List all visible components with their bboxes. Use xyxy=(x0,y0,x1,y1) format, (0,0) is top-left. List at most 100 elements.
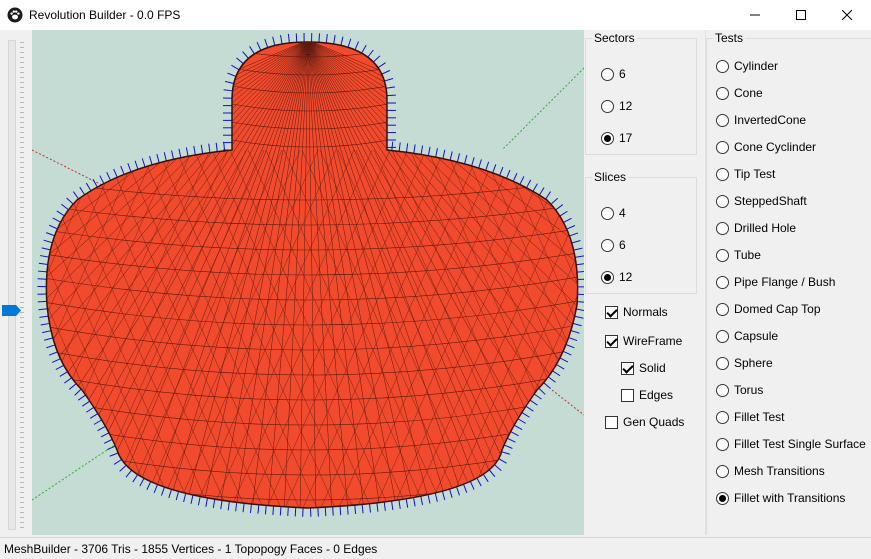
slices-option-12[interactable]: 12 xyxy=(601,269,632,285)
close-icon xyxy=(842,10,852,20)
radio-button[interactable] xyxy=(716,221,729,235)
paw-icon xyxy=(7,7,23,23)
test-option-cone-cyclinder[interactable]: Cone Cyclinder xyxy=(716,139,816,155)
radio-button[interactable] xyxy=(716,356,729,370)
test-option-domed-cap-top[interactable]: Domed Cap Top xyxy=(716,301,821,317)
slider-thumb[interactable] xyxy=(2,304,22,316)
edges-checkbox[interactable]: Edges xyxy=(621,387,673,403)
radio-label: 12 xyxy=(619,99,633,113)
radio-button[interactable] xyxy=(601,99,614,113)
checkbox[interactable] xyxy=(605,415,618,429)
title-bar: Revolution Builder - 0.0 FPS xyxy=(0,0,871,30)
test-option-invertedcone[interactable]: InvertedCone xyxy=(716,112,806,128)
slices-option-4[interactable]: 4 xyxy=(601,205,626,221)
radio-button[interactable] xyxy=(601,206,614,220)
checkbox-label: Gen Quads xyxy=(623,415,685,429)
maximize-icon xyxy=(796,10,806,20)
sectors-option-17[interactable]: 17 xyxy=(601,130,632,146)
test-option-drilled-hole[interactable]: Drilled Hole xyxy=(716,220,796,236)
solid-checkbox[interactable]: Solid xyxy=(621,360,666,376)
radio-button[interactable] xyxy=(716,86,729,100)
wireframe-checkbox[interactable]: WireFrame xyxy=(605,333,682,349)
radio-label: Fillet Test xyxy=(734,410,785,424)
sectors-option-6[interactable]: 6 xyxy=(601,66,626,82)
radio-label: Domed Cap Top xyxy=(734,302,821,316)
radio-button[interactable] xyxy=(716,140,729,154)
radio-button[interactable] xyxy=(716,113,729,127)
close-button[interactable] xyxy=(824,0,870,30)
radio-label: Cone Cyclinder xyxy=(734,140,817,154)
radio-label: Fillet Test Single Surface xyxy=(734,437,866,451)
radio-button[interactable] xyxy=(716,302,729,316)
radio-button[interactable] xyxy=(716,437,729,451)
radio-label: Fillet with Transitions xyxy=(734,491,846,505)
test-option-tube[interactable]: Tube xyxy=(716,247,761,263)
test-option-mesh-transitions[interactable]: Mesh Transitions xyxy=(716,463,825,479)
checkbox-label: Edges xyxy=(639,388,674,402)
checkbox[interactable] xyxy=(621,388,634,402)
radio-label: SteppedShaft xyxy=(734,194,807,208)
radio-label: 12 xyxy=(619,270,633,284)
radio-label: Capsule xyxy=(734,329,779,343)
radio-button[interactable] xyxy=(716,248,729,262)
test-option-capsule[interactable]: Capsule xyxy=(716,328,778,344)
gen-quads-checkbox[interactable]: Gen Quads xyxy=(605,414,684,430)
test-option-cylinder[interactable]: Cylinder xyxy=(716,58,778,74)
radio-button[interactable] xyxy=(716,383,729,397)
slider-track[interactable] xyxy=(8,40,16,530)
radio-label: Sphere xyxy=(734,356,773,370)
normals-checkbox[interactable]: Normals xyxy=(605,304,668,320)
minimize-icon xyxy=(750,14,760,16)
maximize-button[interactable] xyxy=(778,0,824,30)
status-bar: MeshBuilder - 3706 Tris - 1855 Vertices … xyxy=(0,537,871,559)
slices-option-6[interactable]: 6 xyxy=(601,237,626,253)
3d-viewport[interactable] xyxy=(32,30,584,535)
axis-green-line xyxy=(501,67,584,151)
slices-label: Slices xyxy=(592,170,629,184)
checkbox-label: Normals xyxy=(623,305,668,319)
radio-button[interactable] xyxy=(601,270,614,284)
radio-button[interactable] xyxy=(716,59,729,73)
radio-button[interactable] xyxy=(601,131,614,145)
test-option-torus[interactable]: Torus xyxy=(716,382,763,398)
test-option-fillet-test-single-surface[interactable]: Fillet Test Single Surface xyxy=(716,436,866,452)
radio-label: 17 xyxy=(619,131,633,145)
radio-label: Tip Test xyxy=(734,167,776,181)
minimize-button[interactable] xyxy=(732,0,778,30)
radio-label: Mesh Transitions xyxy=(734,464,825,478)
checkbox[interactable] xyxy=(605,305,618,319)
radio-label: Tube xyxy=(734,248,761,262)
status-text: MeshBuilder - 3706 Tris - 1855 Vertices … xyxy=(4,542,378,556)
radio-button[interactable] xyxy=(716,275,729,289)
test-option-pipe-flange-bush[interactable]: Pipe Flange / Bush xyxy=(716,274,835,290)
radio-button[interactable] xyxy=(716,410,729,424)
window-title: Revolution Builder - 0.0 FPS xyxy=(29,8,181,22)
radio-button[interactable] xyxy=(716,167,729,181)
axis-red-line-2 xyxy=(551,389,584,416)
radio-button[interactable] xyxy=(716,464,729,478)
zoom-slider[interactable] xyxy=(0,30,32,535)
radio-label: 6 xyxy=(619,67,626,81)
mesh-scene[interactable] xyxy=(32,30,584,535)
slider-ticks xyxy=(20,42,24,528)
test-option-fillet-with-transitions[interactable]: Fillet with Transitions xyxy=(716,490,845,506)
radio-label: InvertedCone xyxy=(734,113,807,127)
sectors-option-12[interactable]: 12 xyxy=(601,98,632,114)
app-window: Revolution Builder - 0.0 FPS Sectors 6 1… xyxy=(0,0,871,559)
checkbox[interactable] xyxy=(605,334,618,348)
test-option-steppedshaft[interactable]: SteppedShaft xyxy=(716,193,807,209)
radio-button[interactable] xyxy=(716,329,729,343)
radio-label: Cylinder xyxy=(734,59,779,73)
radio-button[interactable] xyxy=(601,238,614,252)
radio-button[interactable] xyxy=(716,491,729,505)
radio-button[interactable] xyxy=(601,67,614,81)
sectors-label: Sectors xyxy=(592,31,637,45)
axis-red-line xyxy=(32,149,113,191)
test-option-fillet-test[interactable]: Fillet Test xyxy=(716,409,784,425)
radio-label: 4 xyxy=(619,206,626,220)
test-option-cone[interactable]: Cone xyxy=(716,85,763,101)
checkbox[interactable] xyxy=(621,361,634,375)
test-option-tip-test[interactable]: Tip Test xyxy=(716,166,775,182)
test-option-sphere[interactable]: Sphere xyxy=(716,355,773,371)
radio-button[interactable] xyxy=(716,194,729,208)
